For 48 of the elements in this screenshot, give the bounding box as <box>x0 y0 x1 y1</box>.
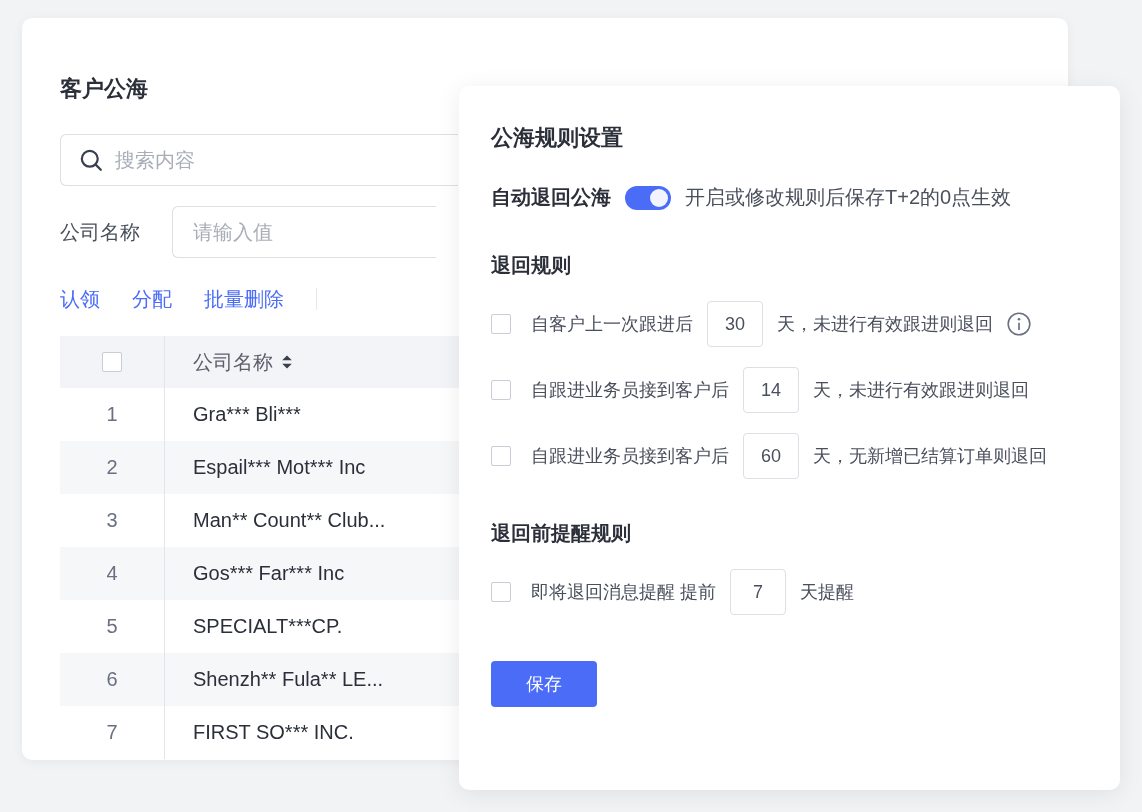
action-link[interactable]: 认领 <box>60 285 100 313</box>
sort-icon <box>281 354 293 370</box>
hint-text: 开启或修改规则后保存T+2的0点生效 <box>685 185 1012 210</box>
filter-input[interactable]: 请输入值 <box>172 206 436 258</box>
table-cell: SPECIALT***CP. <box>193 615 343 638</box>
row-number: 4 <box>106 562 118 585</box>
checkbox[interactable] <box>491 314 511 334</box>
rule-text: 自客户上一次跟进后 <box>531 313 693 336</box>
rule-text: 天，未进行有效跟进则退回 <box>813 379 1029 402</box>
action-link[interactable]: 批量删除 <box>204 285 284 313</box>
checkbox[interactable] <box>491 380 511 400</box>
rule-text: 天，无新增已结算订单则退回 <box>813 445 1047 468</box>
row-number: 3 <box>106 509 118 532</box>
table-cell: Gra*** Bli*** <box>193 403 301 426</box>
table-cell: Shenzh** Fula** LE... <box>193 668 384 691</box>
days-input[interactable]: 7 <box>730 569 786 615</box>
table-cell: FIRST SO*** INC. <box>193 721 354 744</box>
select-all-checkbox[interactable] <box>102 352 122 372</box>
setting-label: 自动退回公海 <box>491 185 611 210</box>
rule-text: 天提醒 <box>800 581 854 604</box>
row-number: 6 <box>106 668 118 691</box>
page-title: 客户公海 <box>60 75 149 103</box>
table-cell: Gos*** Far*** Inc <box>193 562 345 585</box>
checkbox[interactable] <box>491 582 511 602</box>
search-field[interactable]: 搜索内容 <box>60 134 458 186</box>
rule-text: 自跟进业务员接到客户后 <box>531 445 729 468</box>
row-number: 1 <box>106 403 118 426</box>
section-title: 退回规则 <box>491 253 572 278</box>
row-number: 7 <box>106 721 118 744</box>
section-title: 退回前提醒规则 <box>491 521 632 546</box>
days-input[interactable]: 30 <box>707 301 763 347</box>
days-input[interactable]: 14 <box>743 367 799 413</box>
action-link[interactable]: 分配 <box>132 285 172 313</box>
table-cell: Espail*** Mot*** Inc <box>193 456 366 479</box>
days-input[interactable]: 60 <box>743 433 799 479</box>
row-number: 2 <box>106 456 118 479</box>
table-cell: Man** Count** Club... <box>193 509 386 532</box>
rule-text: 即将退回消息提醒 提前 <box>531 581 716 604</box>
toggle-switch[interactable] <box>625 185 671 210</box>
rule-text: 自跟进业务员接到客户后 <box>531 379 729 402</box>
checkbox[interactable] <box>491 446 511 466</box>
save-button[interactable]: 保存 <box>491 661 597 707</box>
row-number: 5 <box>106 615 118 638</box>
rule-text: 天，未进行有效跟进则退回 <box>777 313 993 336</box>
column-header[interactable]: 公司名称 <box>193 348 273 376</box>
panel-title: 公海规则设置 <box>491 124 624 152</box>
info-icon <box>1007 312 1031 336</box>
filter-label: 公司名称 <box>60 219 140 245</box>
